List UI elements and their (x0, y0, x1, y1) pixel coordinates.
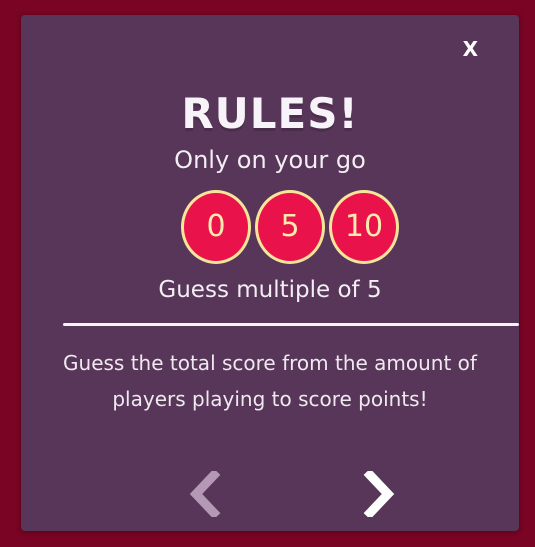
divider (63, 323, 519, 326)
score-chip: 10 (329, 190, 399, 264)
rules-hint: Guess multiple of 5 (158, 277, 382, 303)
score-chip: 0 (181, 190, 251, 264)
previous-button[interactable] (186, 468, 226, 520)
chevron-left-icon (189, 468, 221, 520)
rules-title: RULES! (181, 89, 359, 138)
rules-description: Guess the total score from the amount of… (63, 351, 477, 411)
next-button[interactable] (358, 468, 398, 520)
rules-modal: X RULES! Only on your go 0 5 10 Guess mu… (21, 15, 519, 531)
score-chip: 5 (255, 190, 325, 264)
rules-subtitle: Only on your go (174, 146, 366, 174)
chevron-right-icon (363, 468, 395, 520)
close-button[interactable]: X (463, 39, 478, 59)
score-chips: 0 5 10 (21, 190, 519, 268)
